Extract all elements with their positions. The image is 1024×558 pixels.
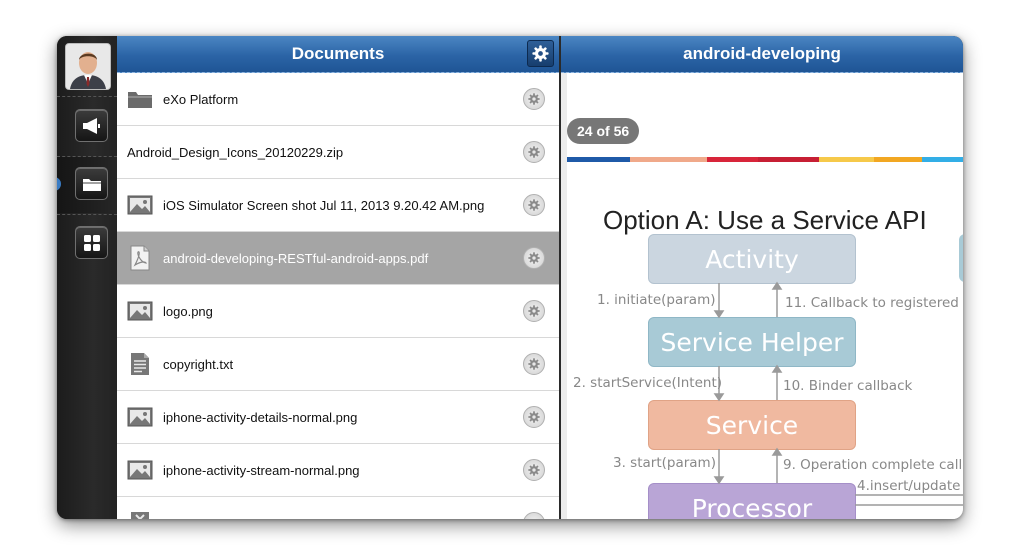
grid-icon [83,234,100,251]
list-item[interactable]: eXo Platform [117,73,559,126]
image-icon [127,192,153,218]
list-item[interactable]: iphone-activity-details-normal.png [117,391,559,444]
diagram-label: 10. Binder callback [783,378,913,394]
image-icon [127,298,153,324]
file-name: iOS Simulator Screen shot Jul 11, 2013 9… [163,197,485,213]
rail-activity-stream-button[interactable] [75,109,108,142]
rail-dashboard-button[interactable] [75,226,108,259]
gear-icon [528,93,540,105]
gear-icon [528,517,540,519]
diagram-label: 4.insert/update [857,478,961,494]
list-item-selected[interactable]: android-developing-RESTful-android-apps.… [117,232,559,285]
viewer-title: android-developing [683,44,841,63]
navigation-rail [57,36,118,519]
pdf-icon [127,245,153,271]
diagram-label: 11. Callback to registered a [785,295,963,311]
gear-icon [532,45,549,62]
diagram-label: 3. start(param) [613,455,716,471]
rail-divider [57,214,117,216]
page-counter-badge: 24 of 56 [567,118,640,144]
item-options-button[interactable] [523,88,545,110]
viewer-header: android-developing [561,36,963,73]
documents-title: Documents [291,44,385,63]
item-options-button[interactable] [523,194,545,216]
file-name: iphone-activity-details-normal.png [163,409,358,425]
gear-icon [528,305,540,317]
diagram-label: 1. initiate(param) [597,292,716,308]
document-viewer[interactable]: Option A: Use a Service API Activity Ser… [561,73,963,519]
item-options-button[interactable] [523,300,545,322]
gear-icon [528,252,540,264]
documents-settings-button[interactable] [527,40,554,67]
image-icon [127,404,153,430]
list-item-partial[interactable] [117,497,559,519]
text-file-icon [127,351,153,377]
rail-divider [57,96,117,98]
gear-icon [528,358,540,370]
gear-icon [528,146,540,158]
zip-file-icon [127,510,153,519]
item-options-button[interactable] [523,512,545,519]
megaphone-icon [82,117,100,134]
diagram-label: 2. startService(Intent) [573,375,723,391]
folder-icon [82,178,101,191]
item-options-button[interactable] [523,353,545,375]
gear-icon [528,411,540,423]
file-name: android-developing-RESTful-android-apps.… [163,250,429,266]
rail-documents-button[interactable] [75,167,108,200]
user-avatar-icon [66,44,110,89]
list-item[interactable]: logo.png [117,285,559,338]
avatar[interactable] [65,43,111,90]
list-item[interactable]: iphone-activity-stream-normal.png [117,444,559,497]
file-name: Android_Design_Icons_20120229.zip [127,144,344,160]
diagram-label: 9. Operation complete callb [783,457,963,473]
image-icon [127,457,153,483]
file-name: iphone-activity-stream-normal.png [163,462,360,478]
item-options-button[interactable] [523,247,545,269]
documents-list: eXo Platform Android_Design_Icons_201202… [117,73,559,519]
list-item[interactable]: iOS Simulator Screen shot Jul 11, 2013 9… [117,179,559,232]
list-item[interactable]: Android_Design_Icons_20120229.zip [117,126,559,179]
item-options-button[interactable] [523,459,545,481]
list-item[interactable]: copyright.txt [117,338,559,391]
ipad-app-window: Documents android-developing eXo Platfor… [57,36,963,519]
item-options-button[interactable] [523,141,545,163]
file-name: copyright.txt [163,356,234,372]
item-options-button[interactable] [523,406,545,428]
gear-icon [528,199,540,211]
file-name: eXo Platform [163,91,239,107]
folder-icon [127,86,153,112]
file-name: logo.png [163,303,213,319]
gear-icon [528,464,540,476]
documents-header: Documents [117,36,559,73]
